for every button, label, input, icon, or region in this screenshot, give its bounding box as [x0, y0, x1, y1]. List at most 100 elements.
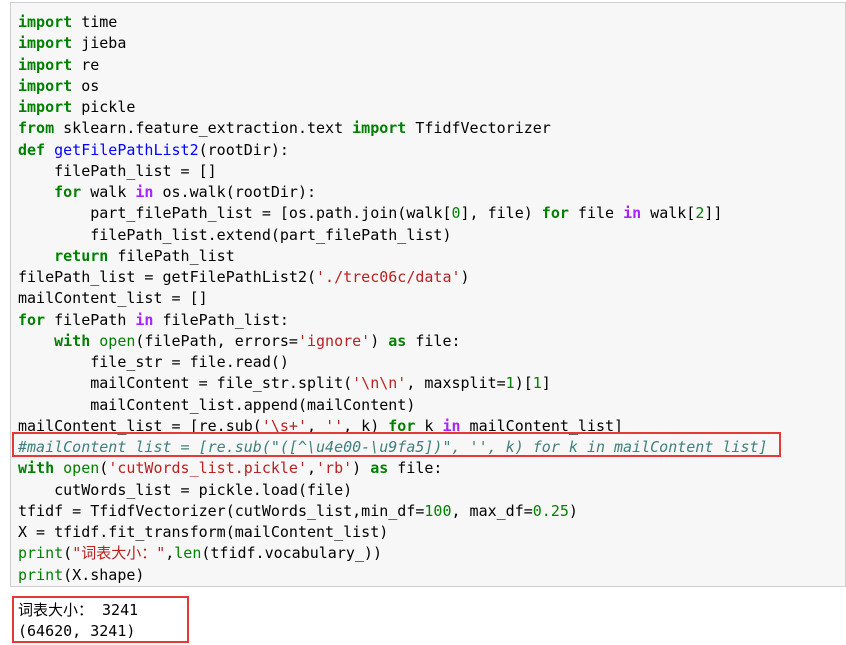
cell-output: 词表大小： 3241 (64620, 3241) [18, 600, 138, 643]
code-line: cutWords_list = pickle.load(file) [18, 480, 768, 501]
code-line: for walk in os.walk(rootDir): [18, 182, 768, 203]
code-token: cutWords_list = pickle.load(file) [18, 480, 353, 499]
code-token: (rootDir): [198, 140, 289, 159]
code-token: k [415, 416, 443, 435]
code-token: in [623, 204, 642, 223]
code-token: filePath_list = [] [18, 161, 217, 180]
code-token: mailContent_list.append(mailContent) [18, 395, 416, 414]
code-token: ) [568, 501, 578, 520]
code-line: def getFilePathList2(rootDir): [18, 140, 768, 161]
code-token: in [135, 183, 154, 201]
code-token: filePath_list = getFilePathList2( [18, 268, 317, 286]
code-token: as [388, 331, 407, 350]
code-token: ], file) [460, 204, 542, 223]
code-token: file [568, 204, 624, 223]
code-token: TfidfVectorizer [406, 119, 551, 138]
code-token: , k) [343, 416, 389, 435]
code-token: file_str = file.read() [18, 353, 289, 371]
code-token: 0.25 [532, 501, 569, 520]
code-line: import jieba [18, 33, 768, 54]
code-line: tfidf = TfidfVectorizer(cutWords_list,mi… [18, 501, 768, 522]
code-line: mailContent_list = [] [18, 288, 768, 309]
code-token: ( [63, 544, 73, 563]
code-token: X = tfidf.fit_transform(mailContent_list… [18, 523, 389, 541]
code-token: from [18, 119, 55, 138]
code-token: import [18, 13, 73, 31]
code-token: mailContent_list = [re.sub( [18, 416, 262, 435]
code-editor[interactable]: import time import jieba import re import o… [18, 12, 768, 586]
code-token: ] [541, 374, 551, 393]
code-line: mailContent_list.append(mailContent) [18, 395, 768, 416]
code-line: #mailContent_list = [re.sub("([^\u4e00-\… [18, 437, 768, 458]
code-token: open [99, 331, 136, 350]
code-token: with [18, 459, 55, 478]
code-line: for filePath in filePath_list: [18, 310, 768, 331]
output-line: 词表大小： 3241 [18, 601, 139, 619]
code-token: in [135, 310, 154, 329]
code-line: import pickle [18, 97, 768, 118]
code-token: len [174, 544, 202, 563]
code-line: filePath_list.extend(part_filePath_list) [18, 225, 768, 246]
code-token: , max_df= [451, 501, 533, 520]
code-token: return [54, 246, 109, 265]
code-token: ) [352, 459, 371, 478]
code-token: time [72, 13, 118, 31]
code-token: (tfidf.vocabulary_)) [201, 544, 382, 563]
code-token: print [18, 565, 64, 584]
code-token: filePath_list: [153, 310, 289, 329]
code-token: import [18, 76, 73, 95]
code-token: ( [99, 459, 109, 478]
code-token: 'cutWords_list.pickle' [108, 459, 307, 478]
code-token: file: [406, 331, 461, 350]
code-line: import os [18, 76, 768, 97]
code-token: print [18, 544, 64, 563]
code-line: from sklearn.feature_extraction.text imp… [18, 118, 768, 139]
code-token: './trec06c/data' [316, 268, 461, 286]
code-token: 'rb' [316, 459, 353, 478]
code-token: re [72, 55, 100, 74]
code-token: ) [370, 331, 389, 350]
code-line: with open(filePath, errors='ignore') as … [18, 331, 768, 352]
code-token: import [18, 98, 73, 116]
code-token: (X.shape) [63, 565, 145, 584]
code-token: #mailContent_list = [re.sub("([^\u4e00-\… [18, 438, 768, 456]
code-token: mailContent_list] [460, 416, 624, 435]
code-token: filePath_list [108, 246, 235, 265]
code-token: 100 [424, 501, 452, 520]
output-line: (64620, 3241) [18, 622, 136, 641]
code-token: for [54, 183, 82, 201]
code-token: import [352, 119, 407, 138]
code-line: mailContent_list = [re.sub('\s+', '', k)… [18, 416, 768, 437]
code-line: import time [18, 12, 768, 33]
code-token: , [165, 544, 175, 563]
code-token: 1 [505, 374, 515, 393]
code-token: , [307, 416, 326, 435]
code-line: part_filePath_list = [os.path.join(walk[… [18, 203, 768, 224]
code-token: os.walk(rootDir): [153, 183, 317, 201]
code-token: for [18, 310, 46, 329]
code-token: as [370, 459, 389, 478]
code-token: walk [81, 183, 136, 201]
code-line: print("词表大小：",len(tfidf.vocabulary_)) [18, 543, 768, 564]
code-token: sklearn.feature_extraction.text [54, 119, 353, 138]
code-token: '\s+' [261, 416, 307, 435]
code-token: jieba [72, 34, 127, 53]
code-token: ]] [704, 204, 723, 223]
code-line: filePath_list = getFilePathList2('./trec… [18, 267, 768, 288]
code-line: with open('cutWords_list.pickle','rb') a… [18, 458, 768, 479]
code-line: print(X.shape) [18, 565, 768, 586]
code-line: X = tfidf.fit_transform(mailContent_list… [18, 522, 768, 543]
code-token: with [54, 331, 91, 350]
code-token: )[ [514, 374, 533, 393]
code-token: tfidf = TfidfVectorizer(cutWords_list,mi… [18, 501, 425, 520]
code-token: pickle [72, 98, 136, 116]
code-token: '\n\n' [352, 374, 407, 393]
code-token: (filePath, errors= [135, 331, 298, 350]
code-token: 2 [695, 204, 705, 223]
code-token: import [18, 34, 73, 53]
code-token: filePath [45, 310, 136, 329]
